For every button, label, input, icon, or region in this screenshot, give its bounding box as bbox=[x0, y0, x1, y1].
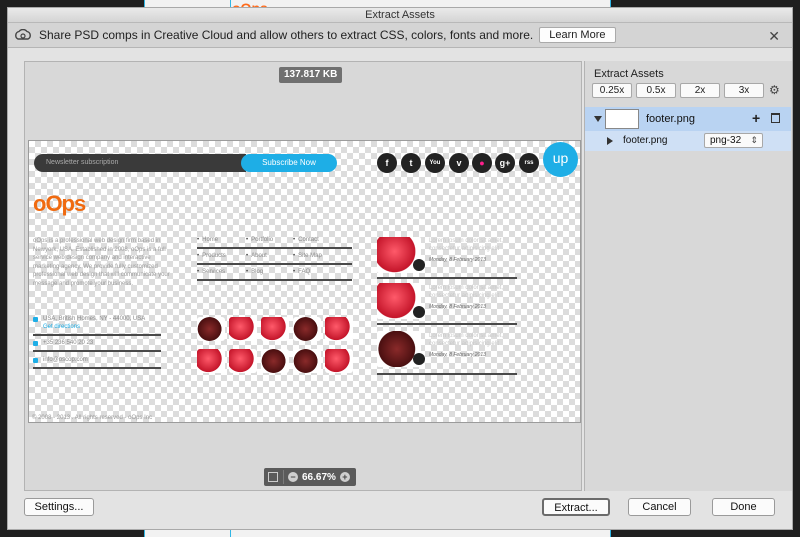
window-title: Extract Assets bbox=[8, 8, 792, 23]
nav-item: Services bbox=[197, 269, 225, 275]
post-date: Monday, 8 February 2013 bbox=[429, 352, 486, 358]
post-date: Monday, 8 February 2013 bbox=[429, 304, 486, 310]
subscribe-button: Subscribe Now bbox=[241, 154, 337, 172]
address-text: USA, British Homes, NY - 44000, USA bbox=[43, 316, 146, 322]
divider bbox=[197, 263, 352, 265]
zoom-in-icon[interactable]: + bbox=[339, 472, 350, 482]
gallery-thumbnail bbox=[229, 317, 257, 341]
nav-item: Site Map bbox=[293, 253, 322, 259]
settings-button[interactable]: Settings... bbox=[24, 498, 94, 516]
assets-panel: Extract Assets 0.25x 0.5x 2x 3x ⚙ footer… bbox=[584, 61, 792, 491]
facebook-icon: f bbox=[377, 153, 397, 173]
up-button: up bbox=[543, 142, 578, 177]
rss-icon: rss bbox=[519, 153, 539, 173]
gear-icon[interactable]: ⚙ bbox=[769, 83, 780, 97]
google-plus-icon: g+ bbox=[495, 153, 515, 173]
zoom-controls: − 66.67% + bbox=[264, 468, 356, 486]
cancel-button[interactable]: Cancel bbox=[628, 498, 691, 516]
post-title: Lorem ipsum dolor sit amet, consectetur … bbox=[429, 333, 504, 347]
fit-to-screen-icon[interactable] bbox=[268, 472, 278, 482]
post-badge-icon bbox=[413, 259, 425, 271]
learn-more-button[interactable]: Learn More bbox=[539, 27, 616, 43]
scale-2x-button[interactable]: 2x bbox=[680, 83, 720, 98]
newsletter-input: Newsletter subscription bbox=[34, 154, 246, 172]
divider bbox=[377, 323, 517, 325]
divider bbox=[377, 277, 517, 279]
zoom-level: 66.67% bbox=[302, 471, 336, 483]
copyright-text: © 2008 - 2013 . All rights reserved - oO… bbox=[32, 415, 153, 421]
asset-variant-row[interactable]: footer.png png-32 ⇕ bbox=[585, 131, 791, 151]
nav-item: Portfolio bbox=[246, 237, 273, 243]
mail-icon bbox=[33, 358, 38, 363]
asset-canvas[interactable]: Newsletter subscription Subscribe Now f … bbox=[28, 140, 581, 423]
add-icon[interactable]: + bbox=[752, 110, 760, 126]
post-title: Lorem ipsum dolor sit amet, consectetur … bbox=[429, 238, 504, 252]
preview-area: 137.817 KB Newsletter subscription Subsc… bbox=[24, 61, 582, 491]
done-button[interactable]: Done bbox=[712, 498, 775, 516]
asset-thumbnail bbox=[605, 109, 639, 129]
asset-row[interactable]: footer.png + bbox=[585, 107, 791, 131]
divider bbox=[33, 334, 161, 336]
gallery-thumbnail bbox=[229, 349, 257, 373]
twitter-icon: t bbox=[401, 153, 421, 173]
scale-025x-button[interactable]: 0.25x bbox=[592, 83, 632, 98]
vimeo-icon: v bbox=[449, 153, 469, 173]
extract-button[interactable]: Extract... bbox=[542, 498, 610, 516]
gallery-thumbnail bbox=[261, 317, 289, 341]
chevron-updown-icon: ⇕ bbox=[750, 135, 758, 145]
zoom-out-icon[interactable]: − bbox=[288, 472, 298, 482]
directions-link: Get directions bbox=[43, 324, 81, 330]
divider bbox=[197, 279, 352, 281]
post-date: Monday, 8 February 2013 bbox=[429, 257, 486, 263]
nav-item: Blog bbox=[246, 269, 263, 275]
variant-name[interactable]: footer.png bbox=[623, 135, 667, 146]
asset-name[interactable]: footer.png bbox=[646, 113, 695, 125]
divider bbox=[197, 247, 352, 249]
email-text: info@oscop.com bbox=[43, 357, 88, 363]
site-logo: oOps bbox=[33, 191, 86, 216]
scale-3x-button[interactable]: 3x bbox=[724, 83, 764, 98]
extract-assets-dialog: Extract Assets Share PSD comps in Creati… bbox=[7, 7, 793, 530]
gallery-thumbnail bbox=[293, 317, 321, 341]
format-select[interactable]: png-32 ⇕ bbox=[704, 133, 763, 148]
nav-item: FAQ bbox=[293, 269, 310, 275]
info-message: Share PSD comps in Creative Cloud and al… bbox=[39, 28, 534, 42]
gallery-thumbnail bbox=[293, 349, 321, 373]
format-value: png-32 bbox=[710, 135, 742, 146]
info-bar: Share PSD comps in Creative Cloud and al… bbox=[8, 23, 792, 48]
creative-cloud-icon bbox=[15, 29, 31, 40]
nav-item: Home bbox=[197, 237, 218, 243]
gallery-thumbnail bbox=[197, 349, 225, 373]
flickr-icon: ● bbox=[472, 153, 492, 173]
phone-icon bbox=[33, 341, 38, 346]
location-icon bbox=[33, 317, 38, 322]
gallery-thumbnail bbox=[197, 317, 225, 341]
gallery-thumbnail bbox=[325, 317, 353, 341]
divider bbox=[33, 350, 161, 352]
collapse-icon[interactable] bbox=[607, 137, 613, 145]
post-badge-icon bbox=[413, 353, 425, 365]
divider bbox=[377, 373, 517, 375]
trash-icon[interactable] bbox=[771, 113, 780, 123]
file-size-badge: 137.817 KB bbox=[279, 67, 343, 83]
nav-item: About bbox=[246, 253, 267, 259]
gallery-thumbnail bbox=[261, 349, 289, 373]
gallery-thumbnail bbox=[325, 349, 353, 373]
post-title: Lorem ipsum dolor sit amet, consectetur … bbox=[429, 285, 504, 299]
divider bbox=[283, 470, 284, 484]
scale-05x-button[interactable]: 0.5x bbox=[636, 83, 676, 98]
panel-title: Extract Assets bbox=[594, 68, 664, 80]
nav-item: Products bbox=[197, 253, 226, 259]
expand-icon[interactable] bbox=[594, 116, 602, 122]
phone-text: +35 236 540 20 23 bbox=[43, 340, 94, 346]
about-text: oOps is a professional web design firm b… bbox=[33, 238, 170, 287]
nav-item: Contact bbox=[293, 237, 319, 243]
close-icon[interactable]: ✕ bbox=[768, 28, 780, 45]
youtube-icon: You bbox=[425, 153, 445, 173]
post-badge-icon bbox=[413, 306, 425, 318]
divider bbox=[33, 367, 161, 369]
